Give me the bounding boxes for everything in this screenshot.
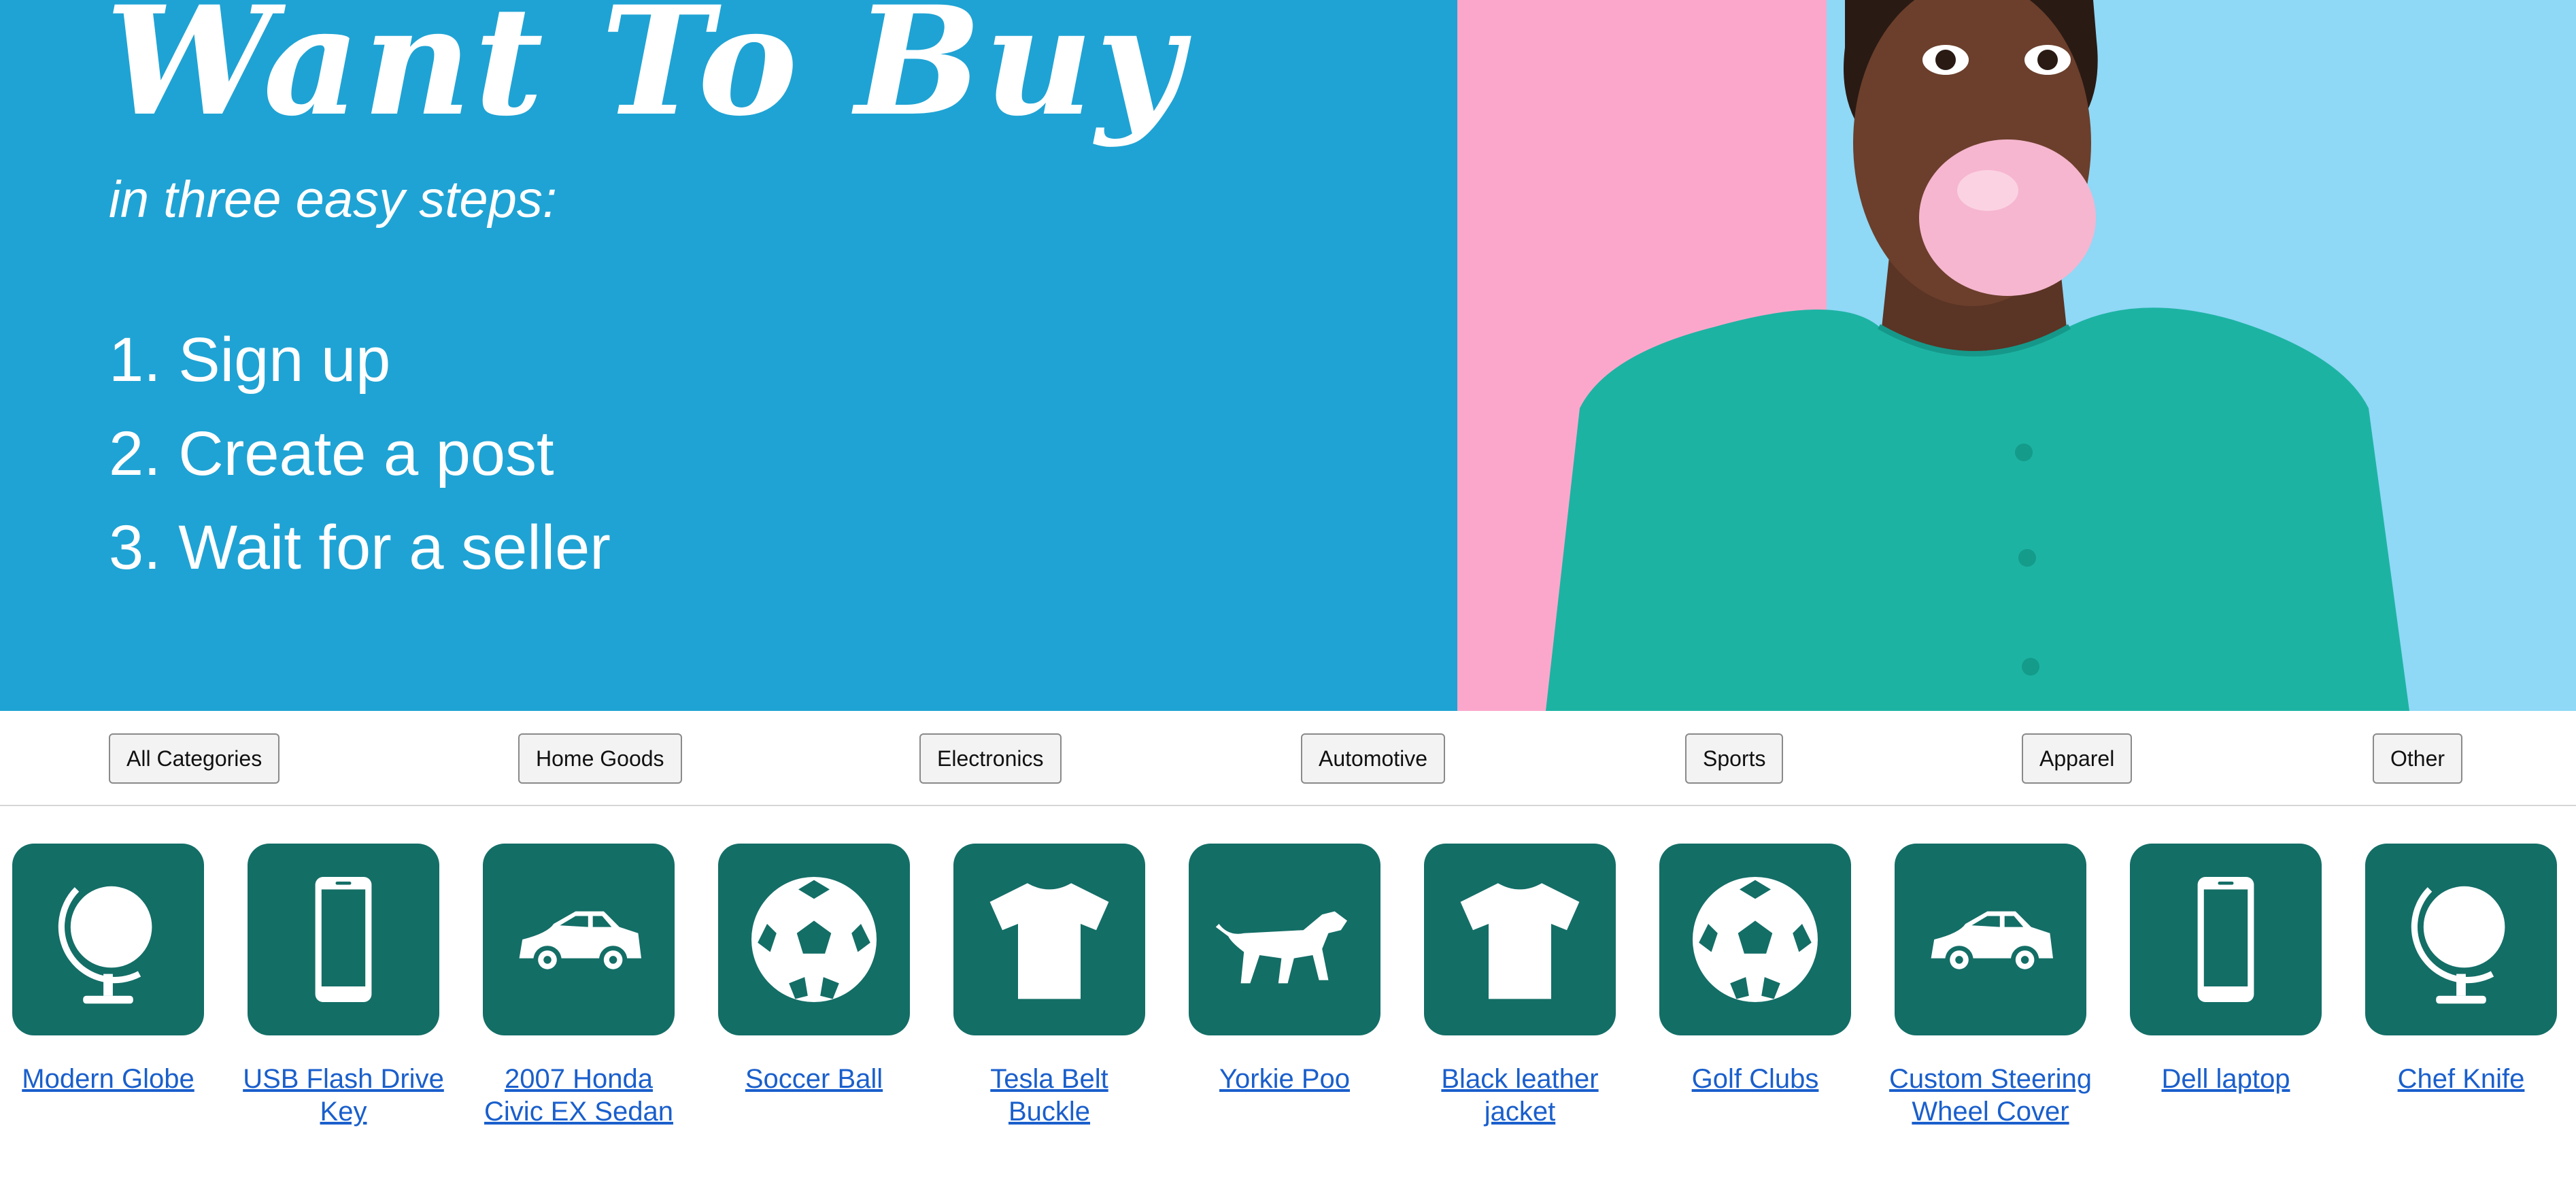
product-tile[interactable] <box>1424 844 1616 1035</box>
tshirt-icon <box>1460 883 1580 999</box>
product-card: 2007 Honda Civic EX Sedan <box>477 844 681 1128</box>
soccer-ball-icon <box>1693 877 1818 1002</box>
product-card: Tesla Belt Buckle <box>947 844 1151 1128</box>
category-all-button[interactable]: All Categories <box>109 733 280 784</box>
product-tile[interactable] <box>2130 844 2322 1035</box>
car-icon <box>1931 911 2053 974</box>
category-apparel-button[interactable]: Apparel <box>2022 733 2133 784</box>
product-card: Custom Steering Wheel Cover <box>1888 844 2092 1128</box>
product-tile[interactable] <box>953 844 1145 1035</box>
category-electronics-button[interactable]: Electronics <box>919 733 1062 784</box>
steps-list: 1. Sign up 2. Create a post 3. Wait for … <box>109 313 611 595</box>
product-link[interactable]: Custom Steering Wheel Cover <box>1888 1063 2092 1128</box>
product-card: Black leather jacket <box>1418 844 1622 1128</box>
product-link[interactable]: Black leather jacket <box>1418 1063 1622 1128</box>
product-link[interactable]: Golf Clubs <box>1653 1063 1857 1095</box>
soccer-ball-icon <box>751 877 877 1002</box>
hero-banner: Want To Buy in three easy steps: 1. Sign… <box>0 0 2576 711</box>
hero-text-panel: Want To Buy in three easy steps: 1. Sign… <box>0 0 1457 711</box>
product-tile[interactable] <box>1659 844 1851 1035</box>
product-card: Golf Clubs <box>1653 844 1857 1095</box>
category-other-button[interactable]: Other <box>2373 733 2463 784</box>
hero-subtitle: in three easy steps: <box>109 171 558 229</box>
globe-icon <box>58 886 152 1004</box>
category-bar: All Categories Home Goods Electronics Au… <box>0 711 2576 806</box>
product-link[interactable]: Dell laptop <box>2124 1063 2328 1095</box>
phone-icon <box>315 877 372 1002</box>
product-tile[interactable] <box>483 844 675 1035</box>
hero-title: Want To Buy <box>105 0 1186 149</box>
product-link[interactable]: Modern Globe <box>6 1063 210 1095</box>
product-link[interactable]: Soccer Ball <box>712 1063 916 1095</box>
product-card: Yorkie Poo <box>1183 844 1387 1095</box>
product-link[interactable]: Yorkie Poo <box>1183 1063 1387 1095</box>
woman-blowing-bubble-photo <box>1546 0 2409 711</box>
globe-icon <box>2411 886 2505 1004</box>
product-link[interactable]: USB Flash Drive Key <box>241 1063 445 1128</box>
product-card: USB Flash Drive Key <box>241 844 445 1128</box>
product-tile[interactable] <box>2365 844 2557 1035</box>
step-item: 2. Create a post <box>109 419 554 488</box>
phone-icon <box>2197 877 2254 1002</box>
step-item: 3. Wait for a seller <box>109 513 611 582</box>
category-automotive-button[interactable]: Automotive <box>1301 733 1446 784</box>
product-card: Chef Knife <box>2359 844 2563 1095</box>
tshirt-icon <box>989 883 1109 999</box>
dog-icon <box>1215 911 1347 984</box>
product-tile[interactable] <box>12 844 204 1035</box>
car-icon <box>519 911 641 974</box>
product-card: Modern Globe <box>6 844 210 1095</box>
product-card: Soccer Ball <box>712 844 916 1095</box>
product-grid: Modern Globe USB Flash Drive Key 2007 Ho… <box>0 844 2576 1181</box>
product-link[interactable]: Chef Knife <box>2359 1063 2563 1095</box>
step-item: 1. Sign up <box>109 325 391 395</box>
category-sports-button[interactable]: Sports <box>1685 733 1784 784</box>
product-tile[interactable] <box>1895 844 2086 1035</box>
product-card: Dell laptop <box>2124 844 2328 1095</box>
product-tile[interactable] <box>718 844 910 1035</box>
product-link[interactable]: Tesla Belt Buckle <box>947 1063 1151 1128</box>
hero-photo <box>1457 0 2576 711</box>
category-home-goods-button[interactable]: Home Goods <box>518 733 682 784</box>
product-tile[interactable] <box>1189 844 1380 1035</box>
product-link[interactable]: 2007 Honda Civic EX Sedan <box>477 1063 681 1128</box>
product-tile[interactable] <box>248 844 439 1035</box>
